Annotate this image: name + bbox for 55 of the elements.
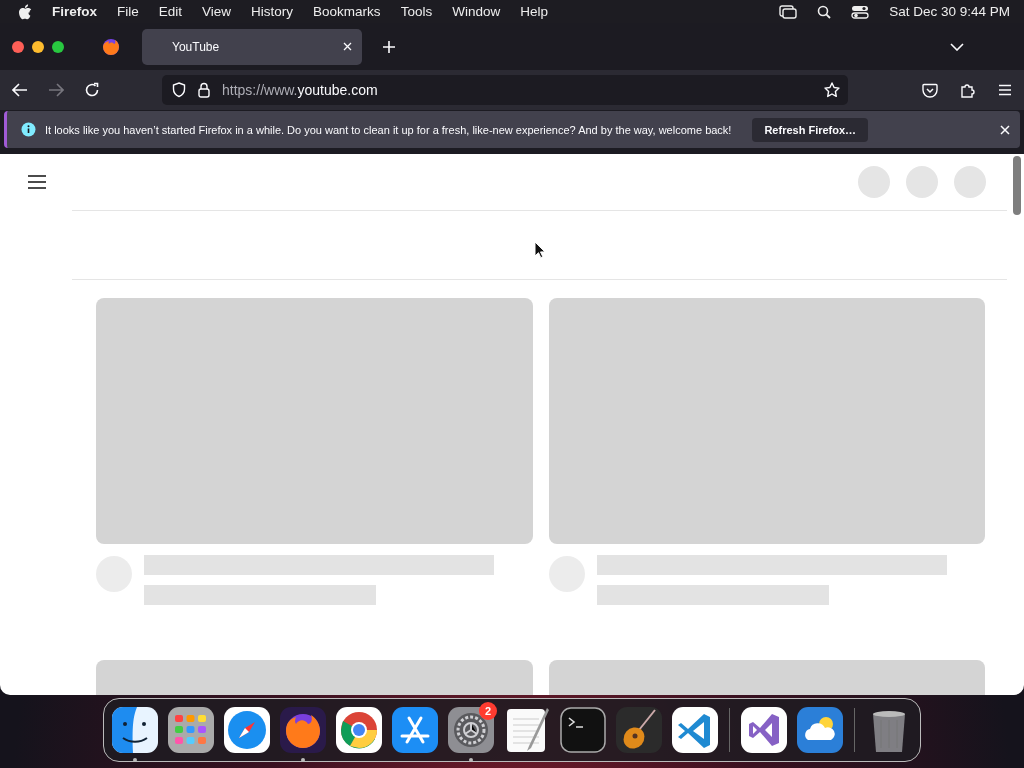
refresh-firefox-button[interactable]: Refresh Firefox… bbox=[752, 117, 869, 142]
zoom-window-button[interactable] bbox=[52, 40, 64, 53]
finder-face-icon[interactable] bbox=[111, 706, 159, 754]
url-text: https://www.youtube.com bbox=[222, 82, 378, 98]
search-icon[interactable] bbox=[817, 4, 832, 19]
menu-item[interactable]: Help bbox=[520, 4, 548, 19]
chevron-down-icon[interactable] bbox=[950, 42, 964, 51]
apple-logo-icon[interactable] bbox=[18, 3, 32, 20]
menu-item[interactable]: Tools bbox=[400, 4, 433, 19]
icon-placeholder bbox=[906, 166, 938, 198]
firefox-icon[interactable] bbox=[279, 706, 327, 754]
star-icon[interactable] bbox=[824, 82, 840, 98]
clock[interactable]: Sat Dec 30 9:44 PM bbox=[889, 4, 1010, 19]
forward-icon[interactable] bbox=[48, 83, 64, 97]
screen-mirroring-icon[interactable] bbox=[779, 4, 798, 19]
menu-item[interactable]: Edit bbox=[158, 4, 183, 19]
back-icon[interactable] bbox=[12, 83, 28, 97]
close-tab-icon[interactable] bbox=[343, 42, 352, 51]
app-store-icon[interactable] bbox=[391, 706, 439, 754]
shield-icon[interactable] bbox=[172, 82, 186, 98]
chrome-icon[interactable] bbox=[335, 706, 383, 754]
browser-tab[interactable]: YouTube bbox=[142, 28, 362, 65]
minimize-window-button[interactable] bbox=[32, 40, 44, 53]
control-center-icon[interactable] bbox=[851, 4, 870, 19]
guitar-icon[interactable] bbox=[615, 706, 663, 754]
close-window-button[interactable] bbox=[12, 40, 24, 53]
pocket-icon[interactable] bbox=[922, 82, 938, 98]
gear-icon[interactable] bbox=[447, 706, 495, 754]
puzzle-piece-icon[interactable] bbox=[960, 82, 976, 98]
app-menu[interactable]: Firefox bbox=[52, 4, 97, 19]
infinity-loop-icon[interactable] bbox=[740, 706, 788, 754]
menu-icon[interactable] bbox=[28, 175, 46, 189]
icon-placeholder bbox=[858, 166, 890, 198]
code-editor-icon[interactable] bbox=[671, 706, 719, 754]
compass-icon[interactable] bbox=[223, 706, 271, 754]
new-tab-icon[interactable] bbox=[382, 39, 396, 54]
notification-message: It looks like you haven’t started Firefox in a while. Do you want to clean it up for a fresh, like-new experience? And by the way, welcome back! bbox=[45, 123, 732, 136]
address-bar[interactable]: https://www.youtube.com bbox=[162, 75, 848, 105]
firefox-icon[interactable] bbox=[102, 37, 120, 56]
terminal-icon[interactable] bbox=[559, 706, 607, 754]
scrollbar[interactable] bbox=[1013, 156, 1021, 215]
menu-item[interactable]: Bookmarks bbox=[313, 4, 381, 19]
mouse-pointer-icon bbox=[534, 241, 546, 259]
menu-item[interactable]: File bbox=[117, 4, 139, 19]
menu-item[interactable]: View bbox=[202, 4, 232, 19]
icon-placeholder bbox=[954, 166, 986, 198]
close-icon[interactable] bbox=[1000, 124, 1010, 135]
menu-item[interactable]: Window bbox=[452, 4, 501, 19]
cloud-sun-icon[interactable] bbox=[796, 706, 844, 754]
reload-icon[interactable] bbox=[84, 82, 100, 98]
lock-icon bbox=[198, 82, 210, 98]
info-icon bbox=[21, 122, 36, 137]
menu-item[interactable]: History bbox=[251, 4, 294, 19]
notification-badge: 2 bbox=[479, 702, 497, 720]
app-grid-icon[interactable] bbox=[167, 706, 215, 754]
